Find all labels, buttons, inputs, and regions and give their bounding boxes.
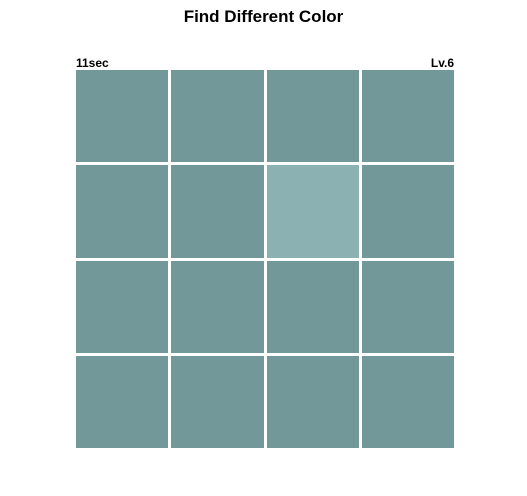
odd-color-tile[interactable] [266, 165, 359, 258]
color-tile[interactable] [171, 70, 264, 163]
level-indicator: Lv.6 [430, 56, 454, 70]
color-tile[interactable] [361, 70, 454, 163]
color-tile[interactable] [171, 355, 264, 448]
color-tile[interactable] [266, 70, 359, 163]
color-tile[interactable] [171, 260, 264, 353]
color-tile[interactable] [76, 355, 169, 448]
color-grid [76, 70, 454, 448]
game-title: Find Different Color [183, 7, 344, 26]
color-tile[interactable] [361, 165, 454, 258]
color-tile[interactable] [361, 260, 454, 353]
color-tile[interactable] [171, 165, 264, 258]
color-tile[interactable] [76, 70, 169, 163]
color-tile[interactable] [361, 355, 454, 448]
color-tile[interactable] [266, 260, 359, 353]
timer-readout: 11sec [76, 56, 109, 70]
color-tile[interactable] [266, 355, 359, 448]
color-tile[interactable] [76, 165, 169, 258]
hud-bar: 11sec Lv.6 [76, 56, 454, 70]
color-tile[interactable] [76, 260, 169, 353]
